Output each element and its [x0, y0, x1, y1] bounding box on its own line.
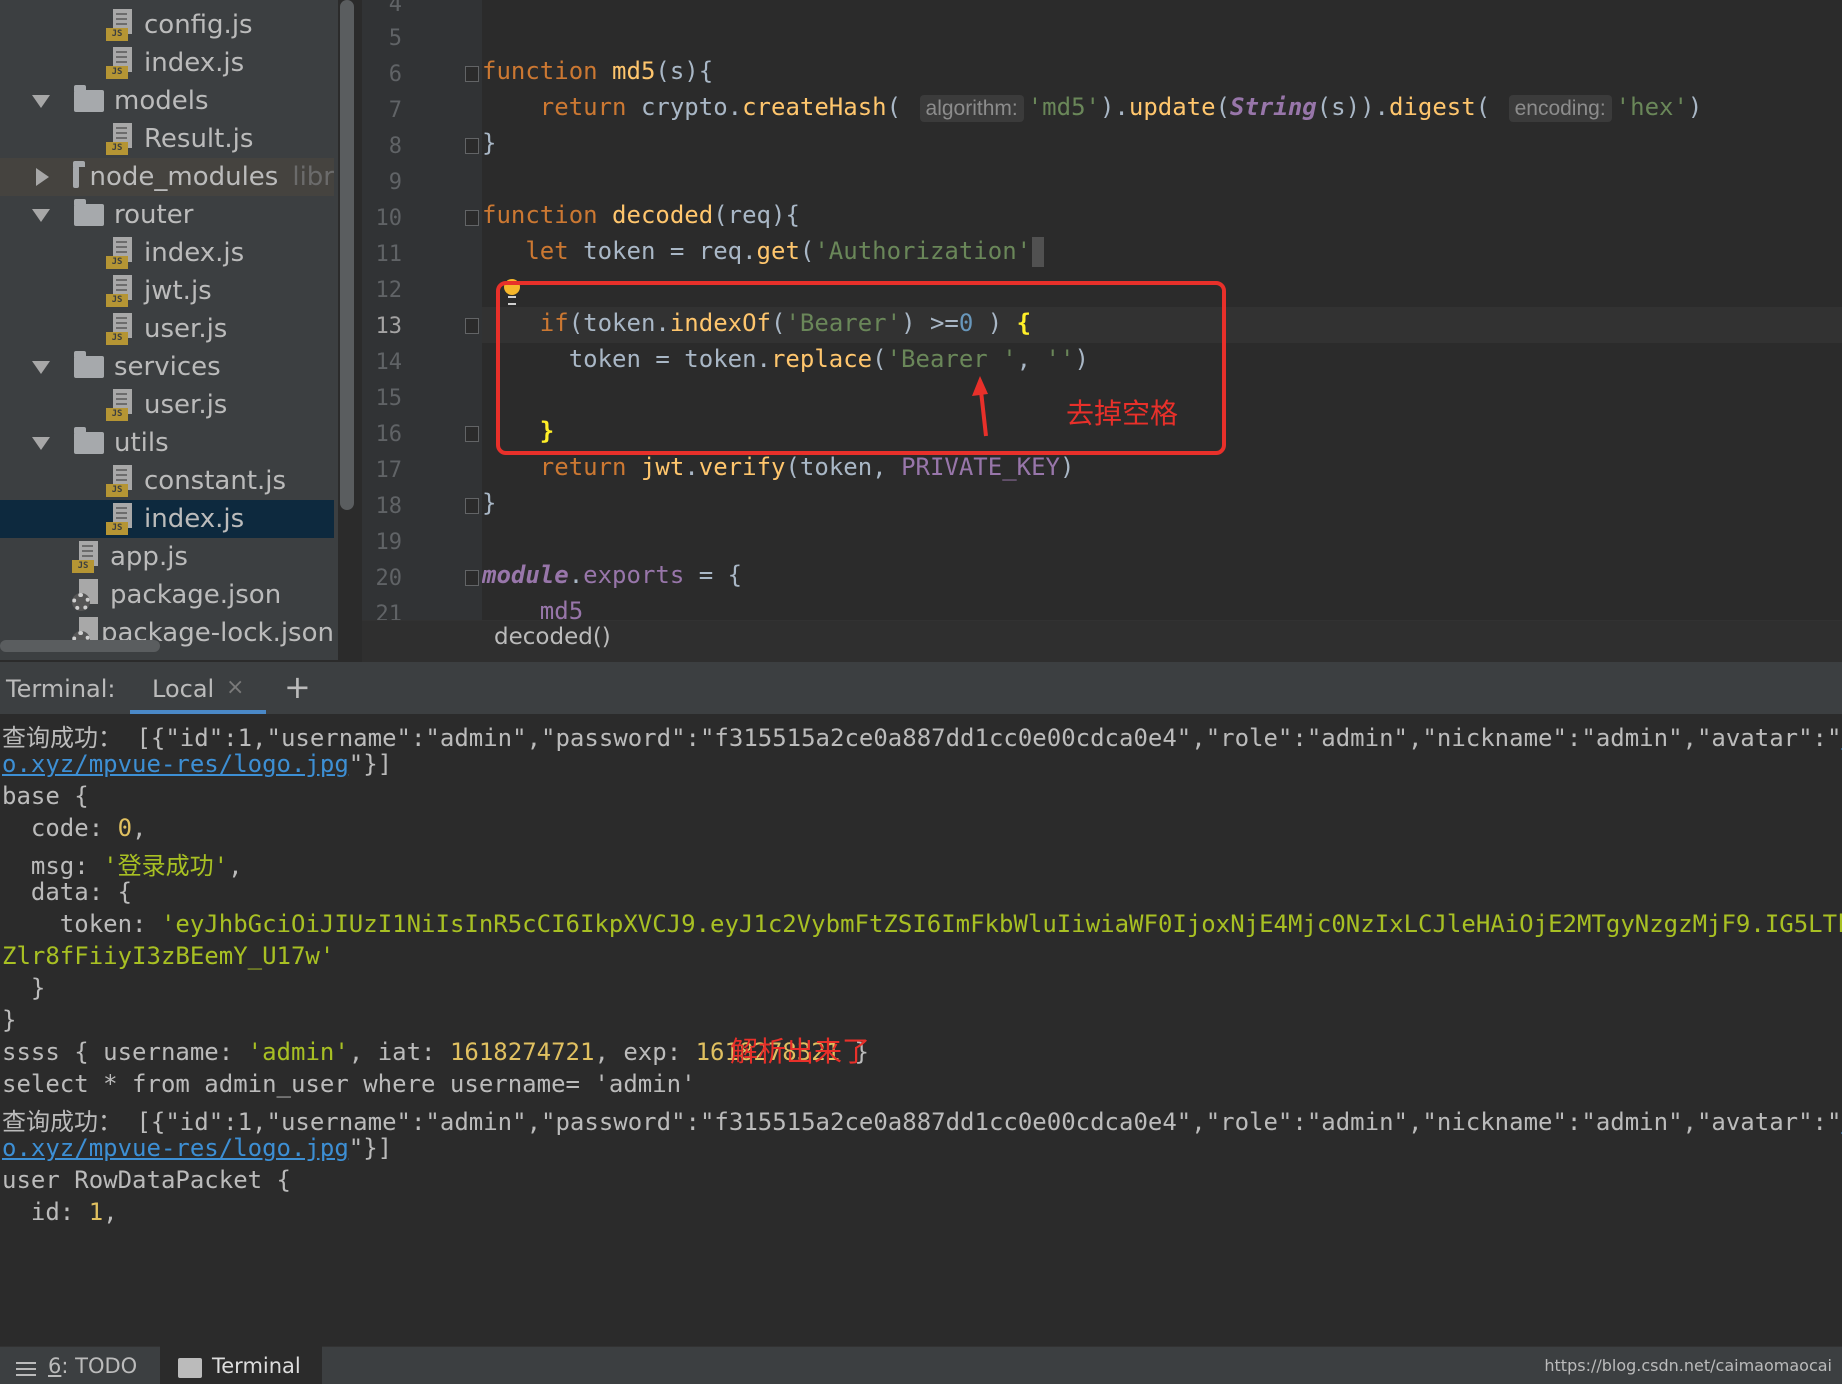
link[interactable]: o.xyz/mpvue-res/logo.jpg	[2, 1134, 349, 1162]
terminal-icon	[178, 1358, 202, 1378]
annotation-parsed: 解析出来了	[730, 1035, 871, 1068]
terminal-line: id: 1,	[2, 1198, 118, 1226]
todo-button[interactable]: 6: TODO	[48, 1354, 137, 1378]
add-terminal-icon[interactable]: +	[284, 668, 311, 706]
close-tab-icon[interactable]: ×	[226, 675, 244, 700]
terminal-output[interactable]: 查询成功： [{"id":1,"username":"admin","passw…	[0, 714, 1842, 1346]
list-icon	[16, 1362, 36, 1376]
tab-local-label[interactable]: Local	[152, 675, 214, 703]
arrowhead-icon	[972, 376, 988, 396]
terminal-tool-label[interactable]: Terminal	[212, 1354, 301, 1378]
terminal-title: Terminal:	[6, 675, 116, 703]
watermark-url: https://blog.csdn.net/caimaomaocai	[1544, 1356, 1832, 1375]
breadcrumb[interactable]: decoded()	[494, 624, 611, 650]
terminal-header	[0, 662, 1842, 714]
terminal-line: Zlr8fFiiyI3zBEemY_U17w'	[2, 942, 335, 970]
link[interactable]: o.xyz/mpvue-res/logo.jpg	[2, 750, 349, 778]
